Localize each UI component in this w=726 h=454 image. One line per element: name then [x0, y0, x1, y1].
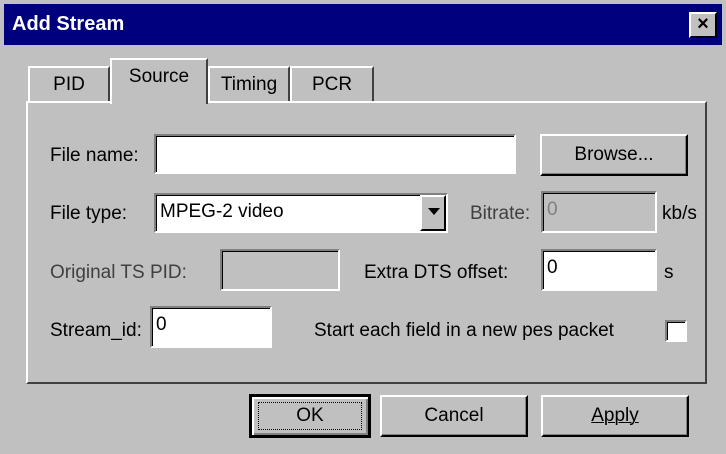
file-type-label: File type:: [50, 203, 128, 224]
apply-button[interactable]: Apply: [541, 395, 689, 437]
title-bar: Add Stream ×: [4, 4, 722, 45]
browse-button[interactable]: Browse...: [540, 134, 688, 176]
bitrate-unit: kb/s: [662, 203, 697, 224]
dts-unit: s: [664, 262, 674, 283]
file-type-dropdown-button[interactable]: [420, 195, 446, 231]
add-stream-dialog: Add Stream × PID Source Timing PCR File …: [0, 0, 726, 454]
file-type-select[interactable]: MPEG-2 video: [154, 193, 448, 233]
tab-pid[interactable]: PID: [28, 66, 110, 102]
bitrate-field: 0: [541, 191, 657, 233]
tab-source[interactable]: Source: [110, 58, 208, 104]
stream-id-field[interactable]: 0: [150, 306, 272, 348]
extra-dts-offset-label: Extra DTS offset:: [364, 262, 509, 283]
tab-pcr[interactable]: PCR: [290, 66, 374, 102]
file-name-field[interactable]: [154, 134, 516, 174]
file-name-label: File name:: [50, 145, 139, 166]
pes-packet-label: Start each field in a new pes packet: [314, 320, 614, 341]
original-ts-pid-label: Original TS PID:: [50, 262, 187, 283]
cancel-button[interactable]: Cancel: [380, 395, 528, 437]
ok-button[interactable]: OK: [249, 394, 371, 438]
stream-id-label: Stream_id:: [50, 320, 142, 341]
chevron-down-icon: [428, 208, 440, 215]
close-icon: ×: [697, 13, 709, 35]
bitrate-label: Bitrate:: [470, 203, 531, 224]
original-ts-pid-field: [220, 249, 340, 291]
tab-timing[interactable]: Timing: [208, 66, 290, 102]
close-button[interactable]: ×: [689, 12, 717, 38]
file-type-value: MPEG-2 video: [160, 201, 284, 222]
window-title: Add Stream: [12, 13, 125, 35]
pes-packet-checkbox[interactable]: [665, 320, 687, 342]
extra-dts-offset-field[interactable]: 0: [541, 249, 657, 291]
